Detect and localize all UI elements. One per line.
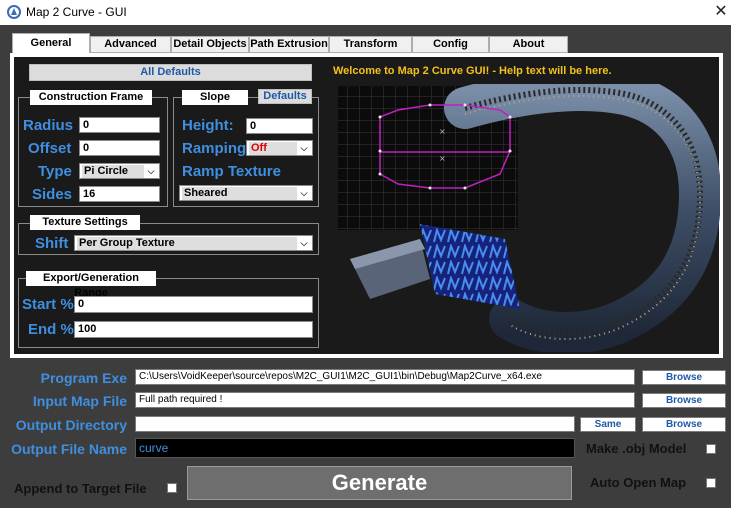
output-directory-label: Output Directory (15, 417, 127, 433)
slope-title: Slope (182, 90, 248, 105)
tab-transform[interactable]: Transform (329, 36, 412, 53)
height-input[interactable]: 0 (246, 118, 313, 134)
start-input[interactable]: 0 (74, 296, 313, 313)
shift-select[interactable]: Per Group Texture ⌵ (74, 235, 313, 251)
ramp-texture-label: Ramp Texture (182, 163, 281, 180)
svg-text:×: × (439, 154, 446, 163)
height-label: Height: (182, 117, 234, 134)
tab-about[interactable]: About (489, 36, 568, 53)
generate-button[interactable]: Generate (187, 466, 572, 500)
input-map-browse-button[interactable]: Browse (642, 393, 726, 408)
type-select[interactable]: Pi Circle ⌵ (79, 163, 160, 179)
make-obj-checkbox[interactable] (706, 444, 716, 454)
chevron-down-icon: ⌵ (300, 238, 308, 248)
output-file-name-input[interactable]: curve (135, 438, 575, 458)
output-directory-browse-button[interactable]: Browse (642, 417, 726, 432)
window-title: Map 2 Curve - GUI (26, 5, 127, 19)
offset-input[interactable]: 0 (79, 140, 160, 156)
slope-defaults-button[interactable]: Defaults (258, 89, 312, 104)
ramping-value: Off (249, 142, 297, 155)
type-label: Type (38, 163, 72, 180)
program-exe-label: Program Exe (40, 370, 127, 386)
construction-frame-title: Construction Frame (30, 90, 152, 105)
end-label: End % (28, 321, 74, 338)
append-label: Append to Target File (14, 481, 147, 496)
radius-label: Radius (23, 117, 74, 134)
chevron-down-icon: ⌵ (147, 166, 155, 176)
tab-general[interactable]: General (12, 33, 90, 54)
curve-preview-image: × × (338, 84, 720, 352)
auto-open-map-label: Auto Open Map (590, 475, 687, 490)
tab-detail-objects[interactable]: Detail Objects (171, 36, 249, 53)
program-exe-browse-button[interactable]: Browse (642, 370, 726, 385)
svg-text:×: × (439, 127, 446, 136)
shift-value: Per Group Texture (77, 237, 297, 250)
all-defaults-button[interactable]: All Defaults (29, 64, 312, 81)
append-checkbox[interactable] (167, 483, 177, 493)
tab-path-extrusion[interactable]: Path Extrusion (249, 36, 329, 53)
output-file-name-label: Output File Name (11, 441, 127, 457)
same-button[interactable]: Same (580, 417, 636, 432)
help-text: Welcome to Map 2 Curve GUI! - Help text … (333, 65, 612, 77)
app-icon (7, 5, 21, 19)
make-obj-label: Make .obj Model (586, 441, 687, 456)
end-input[interactable]: 100 (74, 321, 313, 338)
texture-settings-title: Texture Settings (30, 215, 140, 230)
radius-input[interactable]: 0 (79, 117, 160, 133)
input-map-label: Input Map File (32, 393, 127, 409)
program-exe-input[interactable]: C:\Users\VoidKeeper\source\repos\M2C_GUI… (135, 369, 635, 385)
export-range-title: Export/Generation Range (26, 271, 156, 299)
sides-label: Sides (32, 186, 73, 203)
shift-label: Shift (35, 235, 69, 252)
chevron-down-icon: ⌵ (300, 188, 308, 198)
close-icon[interactable]: ✕ (711, 2, 731, 22)
type-value: Pi Circle (82, 165, 144, 178)
ramp-texture-value: Sheared (182, 187, 297, 200)
ramping-label: Ramping (182, 140, 247, 157)
sides-input[interactable]: 16 (79, 186, 160, 202)
auto-open-map-checkbox[interactable] (706, 478, 716, 488)
start-label: Start % (22, 296, 74, 313)
offset-label: Offset (28, 140, 72, 157)
ramp-texture-select[interactable]: Sheared ⌵ (179, 185, 313, 201)
chevron-down-icon: ⌵ (300, 143, 308, 153)
ramping-select[interactable]: Off ⌵ (246, 140, 313, 156)
tab-config[interactable]: Config (412, 36, 489, 53)
output-directory-input[interactable] (135, 416, 575, 432)
input-map-input[interactable]: Full path required ! (135, 392, 635, 408)
tab-advanced[interactable]: Advanced (90, 36, 171, 53)
